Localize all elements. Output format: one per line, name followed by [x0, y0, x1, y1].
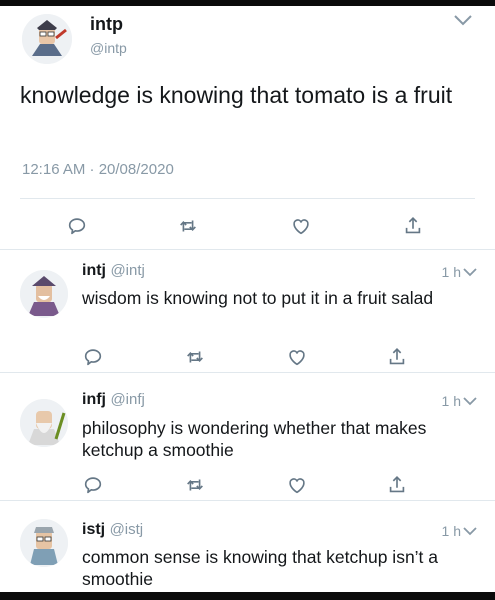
main-tweet: intp @intp knowledge is knowing that tom…: [0, 6, 495, 249]
chevron-down-icon[interactable]: [453, 12, 473, 28]
avatar-intp[interactable]: [22, 14, 72, 64]
reply-author-name[interactable]: infj: [82, 391, 106, 408]
share-icon[interactable]: [386, 346, 408, 368]
reply-text: common sense is knowing that ketchup isn…: [82, 547, 439, 589]
reply-icon[interactable]: [82, 474, 104, 496]
reply-icon[interactable]: [82, 346, 104, 368]
like-icon[interactable]: [290, 215, 312, 237]
reply-tweet: infj @infj 1 h philosophy is wondering w…: [0, 373, 495, 500]
avatar-infj[interactable]: [20, 399, 68, 447]
avatar-istj[interactable]: [20, 519, 68, 567]
reply-author-handle[interactable]: @infj: [110, 391, 144, 408]
author-handle[interactable]: @intp: [90, 40, 127, 56]
reply-icon[interactable]: [66, 215, 88, 237]
share-icon[interactable]: [402, 215, 424, 237]
reply-author-name[interactable]: intj: [82, 262, 106, 279]
share-icon[interactable]: [386, 474, 408, 496]
divider: [20, 198, 475, 199]
like-icon[interactable]: [286, 474, 308, 496]
reply-text: philosophy is wondering whether that mak…: [82, 418, 427, 460]
chevron-down-icon[interactable]: [463, 267, 477, 277]
tweet-timestamp[interactable]: 12:16 AM · 20/08/2020: [22, 161, 174, 178]
chevron-down-icon[interactable]: [463, 396, 477, 406]
reply-tweet: istj @istj 1 h common sense is knowing t…: [0, 501, 495, 592]
retweet-icon[interactable]: [184, 474, 206, 496]
reply-time[interactable]: 1 h: [442, 393, 461, 409]
reply-author-name[interactable]: istj: [82, 521, 105, 538]
reply-text: wisdom is knowing not to put it in a fru…: [82, 288, 434, 308]
reply-time[interactable]: 1 h: [442, 264, 461, 280]
reply-author-handle[interactable]: @intj: [110, 262, 144, 279]
chevron-down-icon[interactable]: [463, 526, 477, 536]
author-name[interactable]: intp: [90, 14, 123, 35]
avatar-intj[interactable]: [20, 270, 68, 318]
retweet-icon[interactable]: [184, 346, 206, 368]
reply-tweet: intj @intj 1 h wisdom is knowing not to …: [0, 250, 495, 372]
like-icon[interactable]: [286, 346, 308, 368]
reply-header: istj @istj: [82, 521, 143, 539]
reply-header: infj @infj: [82, 391, 145, 409]
retweet-icon[interactable]: [177, 215, 199, 237]
reply-author-handle[interactable]: @istj: [110, 521, 144, 538]
reply-header: intj @intj: [82, 262, 145, 280]
reply-time[interactable]: 1 h: [442, 523, 461, 539]
bottom-frame-bar: [0, 592, 495, 600]
tweet-text: knowledge is knowing that tomato is a fr…: [20, 82, 453, 108]
